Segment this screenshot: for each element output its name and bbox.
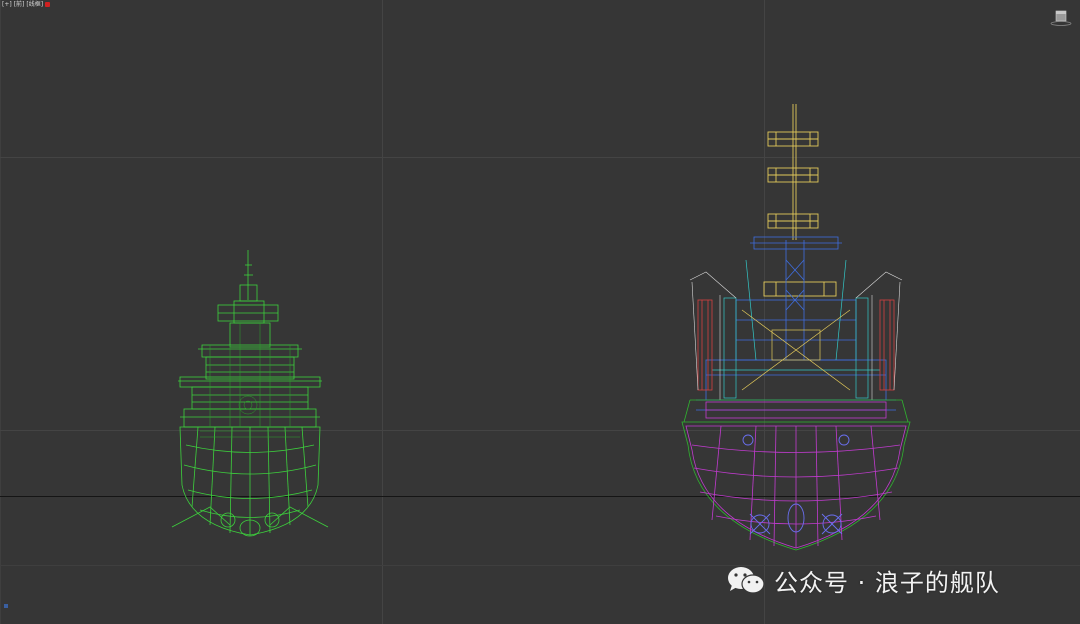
ground-line bbox=[0, 496, 1080, 497]
viewport-label-plus[interactable]: [+] bbox=[2, 1, 12, 8]
watermark-text: 公众号 · 浪子的舰队 bbox=[774, 569, 1000, 597]
grid-line bbox=[382, 0, 383, 624]
viewport-label-view[interactable]: [前] bbox=[14, 1, 25, 8]
watermark: 公众号 · 浪子的舰队 bbox=[726, 563, 1000, 598]
viewcube-icon[interactable] bbox=[1050, 10, 1072, 26]
viewport-label[interactable]: [+] [前] [线框] bbox=[2, 1, 51, 8]
viewport-label-shading[interactable]: [线框] bbox=[26, 1, 43, 8]
grid-line bbox=[0, 0, 1, 624]
axis-tripod-icon bbox=[4, 604, 8, 608]
wechat-logo-icon bbox=[728, 566, 765, 594]
grid-line bbox=[0, 157, 1080, 158]
front-viewport[interactable]: [+] [前] [线框] 公众号 · 浪子的舰队 bbox=[0, 0, 1080, 624]
left-ship-wireframe bbox=[171, 250, 329, 537]
grid-line bbox=[0, 430, 1080, 431]
viewport-status-icon bbox=[45, 2, 51, 7]
right-ship-wireframe bbox=[681, 104, 911, 551]
